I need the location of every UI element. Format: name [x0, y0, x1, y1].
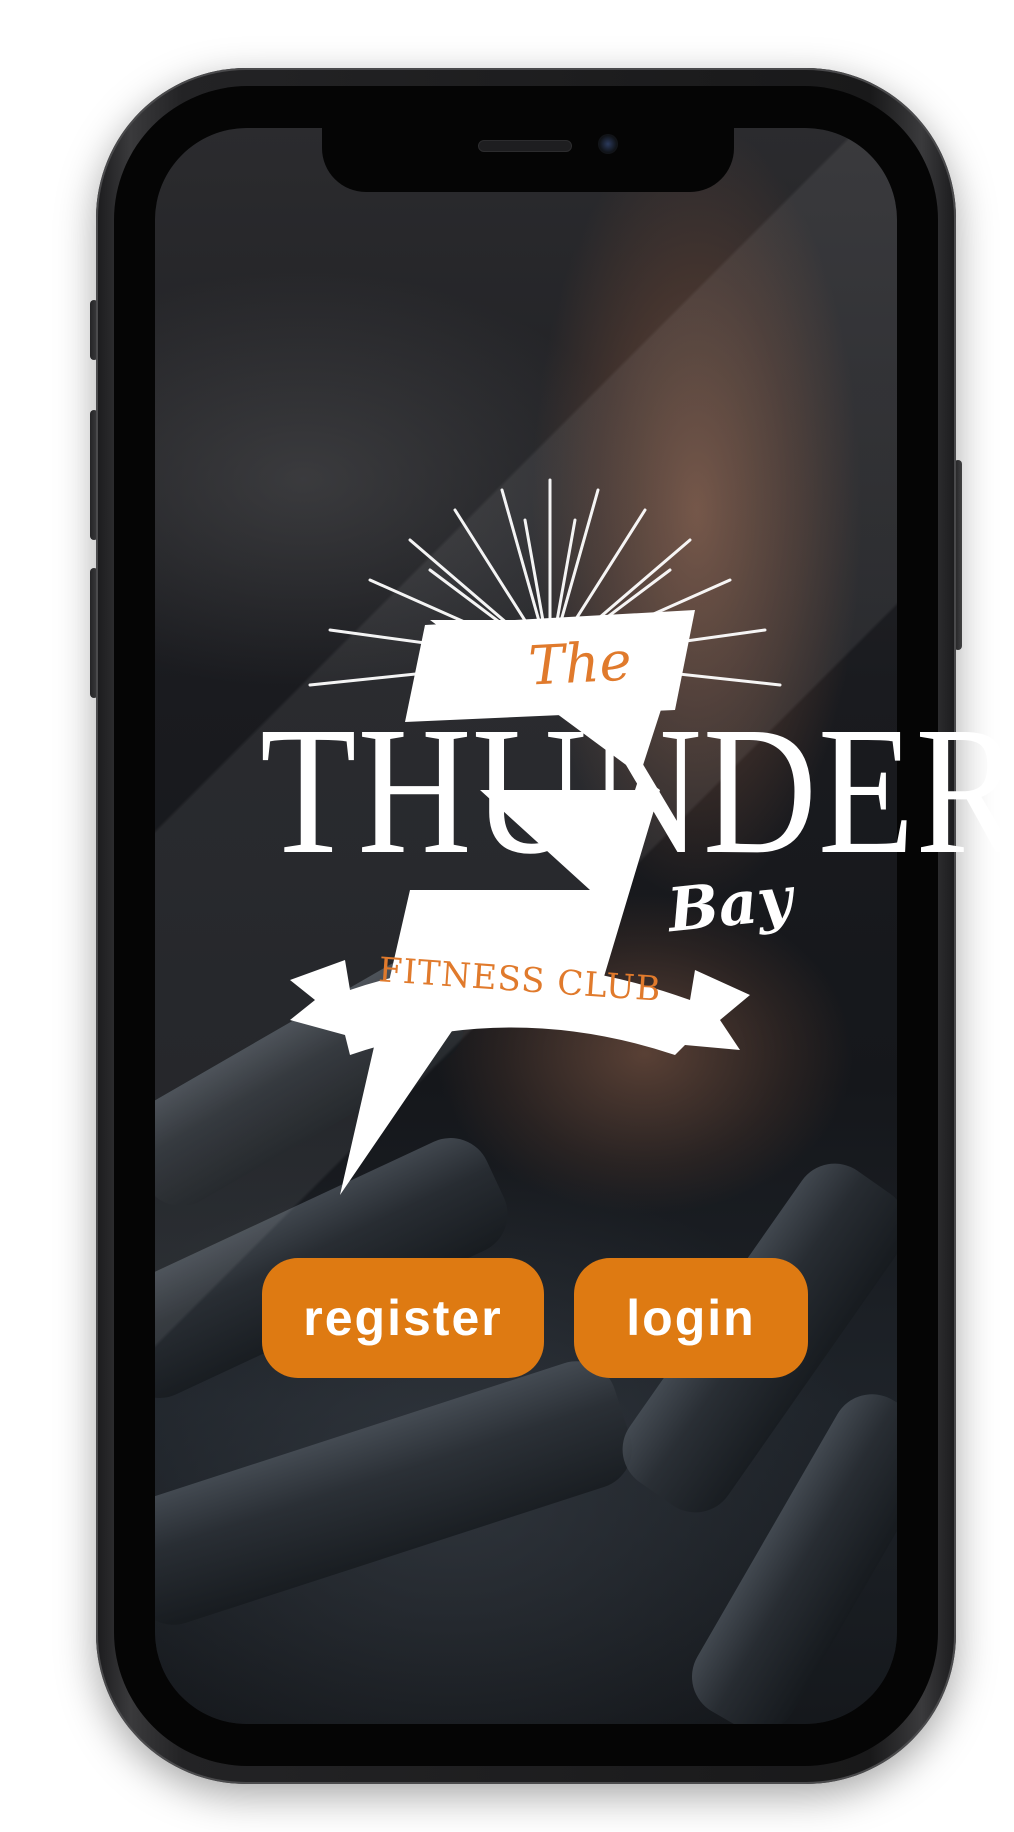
- screen-notch: [322, 128, 734, 192]
- thunder-bay-logo: The THUNDER Bay FITNESS CLUB: [250, 460, 1014, 1200]
- front-camera: [598, 134, 618, 154]
- login-button[interactable]: login: [574, 1258, 808, 1378]
- earpiece-speaker: [478, 140, 572, 152]
- register-button[interactable]: register: [262, 1258, 544, 1378]
- device-mockup: The THUNDER Bay FITNESS CLUB register lo…: [0, 0, 1014, 1832]
- logo-thunder-text: THUNDER: [260, 689, 1014, 893]
